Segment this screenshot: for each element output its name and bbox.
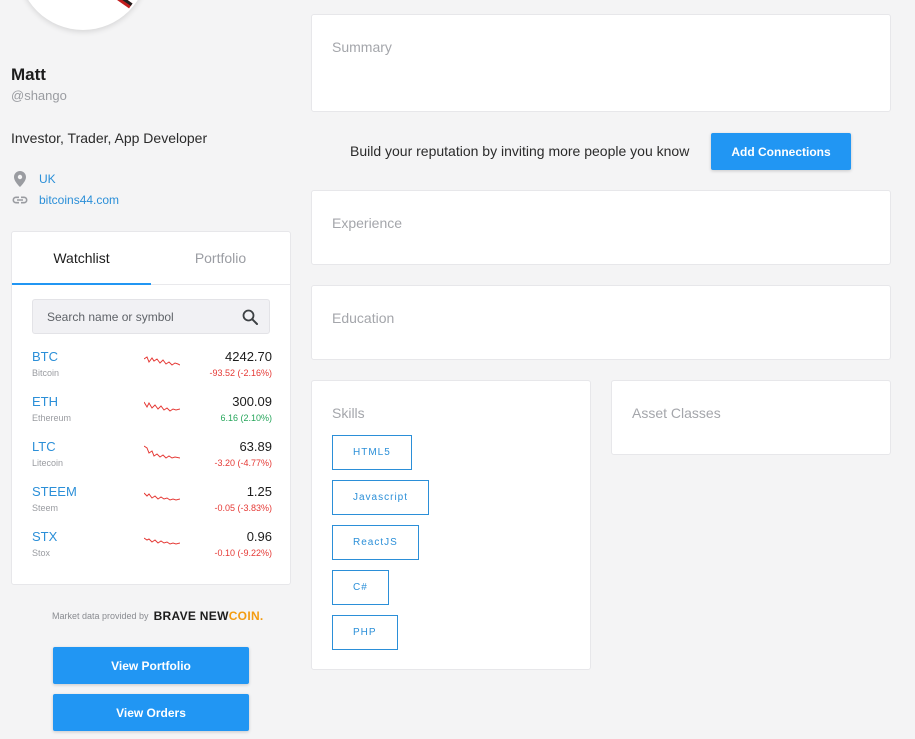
coin-price: 300.09 [232, 394, 272, 409]
coin-row[interactable]: LTC Litecoin 63.89 -3.20 (-4.77%) [32, 439, 272, 479]
coin-symbol[interactable]: STX [32, 529, 57, 544]
coin-change: -3.20 (-4.77%) [214, 458, 272, 468]
summary-card: Summary [311, 14, 891, 112]
profile-handle: @shango [11, 88, 67, 103]
coin-price: 1.25 [246, 484, 272, 499]
add-connections-button[interactable]: Add Connections [711, 133, 851, 170]
coin-symbol[interactable]: STEEM [32, 484, 77, 499]
coin-price: 0.96 [246, 529, 272, 544]
coin-change: -0.10 (-9.22%) [214, 548, 272, 558]
profile-bio: Investor, Trader, App Developer [11, 130, 208, 146]
coin-price: 63.89 [239, 439, 272, 454]
watchlist-card: Watchlist Portfolio BTC Bitcoin 4242.70 -93… [11, 231, 291, 585]
education-card: Education [311, 285, 891, 360]
watchlist-tabs: Watchlist Portfolio [12, 232, 290, 285]
coin-row[interactable]: STEEM Steem 1.25 -0.05 (-3.83%) [32, 484, 272, 524]
experience-title: Experience [332, 215, 403, 231]
asset-classes-card: Asset Classes [611, 380, 891, 455]
summary-title: Summary [332, 39, 392, 55]
location-link[interactable]: UK [39, 172, 56, 186]
avatar [18, 0, 148, 30]
coin-name: Steem [32, 503, 59, 513]
invite-text: Build your reputation by inviting more p… [350, 143, 690, 159]
experience-card: Experience [311, 190, 891, 265]
skills-card: Skills HTML5 Javascript ReactJS C# PHP [311, 380, 591, 670]
credit-text: Market data provided by [52, 611, 149, 621]
coin-row[interactable]: BTC Bitcoin 4242.70 -93.52 (-2.16%) [32, 349, 272, 389]
coin-row[interactable]: STX Stox 0.96 -0.10 (-9.22%) [32, 529, 272, 569]
coin-row[interactable]: ETH Ethereum 300.09 6.16 (2.10%) [32, 394, 272, 434]
coin-symbol[interactable]: BTC [32, 349, 58, 364]
avatar-graphic [63, 0, 133, 9]
coin-change: -93.52 (-2.16%) [209, 368, 272, 378]
location-pin-icon [11, 171, 29, 187]
skill-tag[interactable]: Javascript [332, 480, 430, 515]
link-icon [11, 192, 29, 208]
tab-portfolio[interactable]: Portfolio [151, 232, 290, 284]
coin-price: 4242.70 [225, 349, 272, 364]
skills-title: Skills [332, 405, 365, 421]
profile-name: Matt [11, 65, 46, 84]
website-link[interactable]: bitcoins44.com [39, 193, 119, 207]
education-title: Education [332, 310, 395, 326]
search-icon[interactable] [241, 308, 259, 326]
asset-classes-title: Asset Classes [632, 405, 721, 421]
provider-logo[interactable]: BRAVE NEWCOIN. [154, 609, 264, 623]
skill-tag[interactable]: C# [332, 570, 389, 605]
coin-change: -0.05 (-3.83%) [214, 503, 272, 513]
coin-symbol[interactable]: LTC [32, 439, 56, 454]
view-portfolio-button[interactable]: View Portfolio [53, 647, 249, 684]
tab-watchlist[interactable]: Watchlist [12, 232, 151, 285]
coin-name: Bitcoin [32, 368, 60, 378]
website-row: bitcoins44.com [11, 192, 119, 208]
skill-tag[interactable]: PHP [332, 615, 398, 650]
search-input[interactable] [33, 309, 233, 324]
skill-tag[interactable]: ReactJS [332, 525, 419, 560]
coin-change: 6.16 (2.10%) [220, 413, 272, 423]
coin-name: Stox [32, 548, 51, 558]
sparkline-chart [144, 445, 180, 459]
market-data-credit: Market data provided by BRAVE NEWCOIN. [52, 609, 264, 623]
sparkline-chart [144, 537, 180, 545]
location-row: UK [11, 171, 56, 187]
coin-symbol[interactable]: ETH [32, 394, 58, 409]
search-box [32, 299, 270, 334]
skill-tag[interactable]: HTML5 [332, 435, 412, 470]
sparkline-chart [144, 492, 180, 501]
sparkline-chart [144, 356, 180, 366]
coin-name: Litecoin [32, 458, 64, 468]
sparkline-chart [144, 401, 180, 412]
view-orders-button[interactable]: View Orders [53, 694, 249, 731]
coin-name: Ethereum [32, 413, 72, 423]
